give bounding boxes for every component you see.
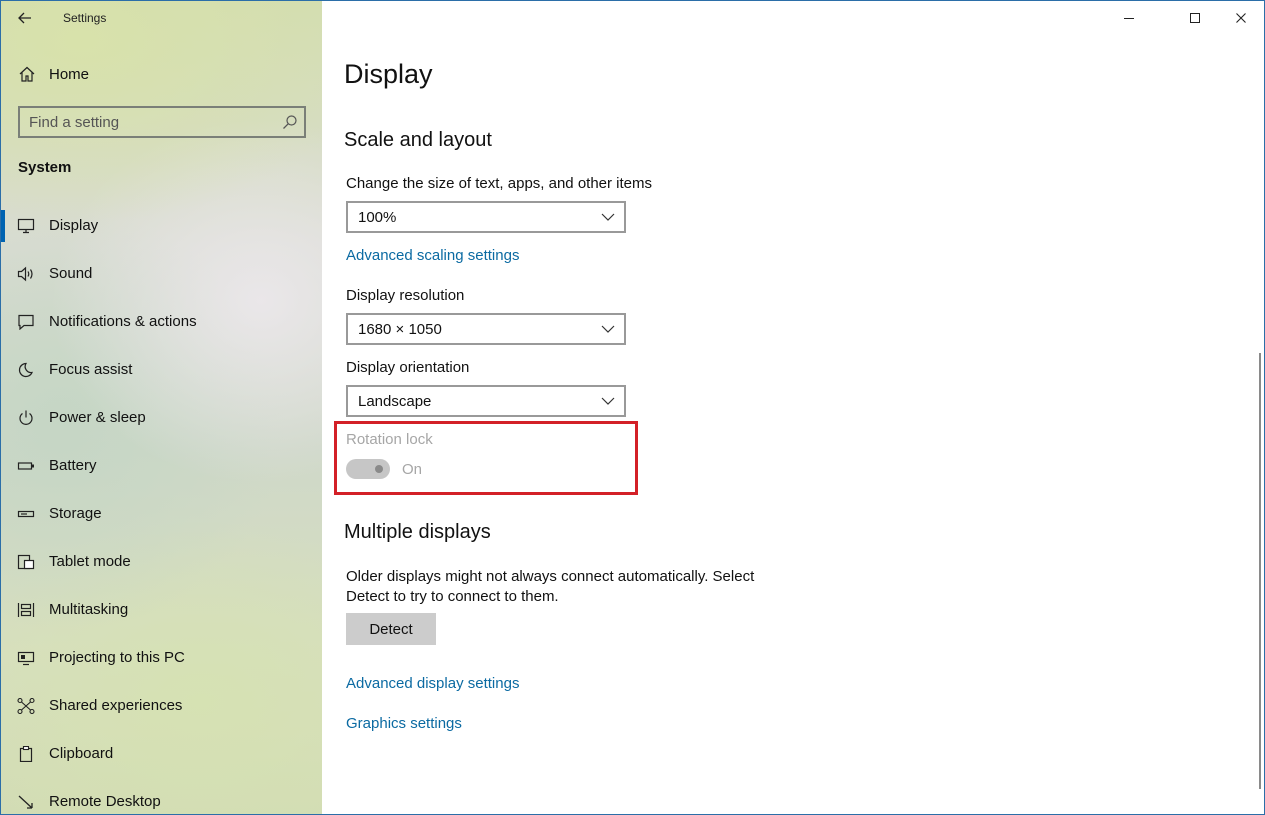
sidebar-item-label: Focus assist: [49, 361, 133, 378]
sidebar-item-label: Shared experiences: [49, 697, 183, 714]
projecting-icon: [17, 651, 35, 666]
chevron-down-icon: [601, 213, 615, 221]
storage-icon: [17, 510, 35, 518]
multiple-displays-text: Older displays might not always connect …: [346, 568, 755, 605]
page-title: Display: [344, 59, 433, 89]
sidebar-item-multitasking[interactable]: Multitasking: [1, 590, 322, 630]
scrollbar[interactable]: [1259, 353, 1261, 789]
main-content: Display Scale and layout Change the size…: [322, 1, 1264, 814]
maximize-button[interactable]: [1172, 1, 1218, 35]
sidebar-item-home[interactable]: Home: [1, 59, 322, 91]
back-arrow-icon: [18, 12, 31, 24]
graphics-settings-link[interactable]: Graphics settings: [346, 715, 462, 732]
title-bar: Settings: [1, 1, 322, 35]
notification-icon: [18, 314, 34, 330]
scale-label: Change the size of text, apps, and other…: [346, 175, 653, 192]
sidebar-item-clipboard[interactable]: Clipboard: [1, 734, 322, 774]
sidebar-item-label: Home: [49, 66, 90, 83]
sidebar-item-sound[interactable]: Sound: [1, 254, 322, 294]
settings-window: Settings Home System Display Sound Notif…: [0, 0, 1265, 815]
close-icon: [1236, 13, 1246, 23]
chevron-down-icon: [601, 325, 615, 333]
sidebar-item-label: Power & sleep: [49, 409, 146, 426]
advanced-scaling-link[interactable]: Advanced scaling settings: [346, 247, 519, 264]
remote-desktop-icon: [18, 795, 33, 809]
sidebar-item-power-sleep[interactable]: Power & sleep: [1, 398, 322, 438]
advanced-display-link[interactable]: Advanced display settings: [346, 675, 519, 692]
minimize-button[interactable]: [1106, 1, 1152, 35]
monitor-icon: [17, 218, 35, 234]
multitasking-icon: [17, 603, 35, 617]
sidebar-item-label: Display: [49, 217, 99, 234]
sidebar: Settings Home System Display Sound Notif…: [1, 1, 322, 814]
chevron-down-icon: [601, 397, 615, 405]
search-input[interactable]: [29, 113, 269, 131]
section-label: System: [18, 159, 72, 176]
search-box[interactable]: [18, 106, 306, 138]
speaker-icon: [17, 266, 33, 282]
close-button[interactable]: [1218, 1, 1264, 35]
active-indicator: [1, 210, 5, 242]
app-title: Settings: [63, 11, 107, 25]
maximize-icon: [1190, 13, 1200, 23]
sidebar-item-tablet-mode[interactable]: Tablet mode: [1, 542, 322, 582]
sidebar-item-label: Tablet mode: [49, 553, 131, 570]
orientation-value: Landscape: [358, 393, 432, 410]
sidebar-item-display[interactable]: Display: [1, 206, 322, 246]
sidebar-item-remote-desktop[interactable]: Remote Desktop: [1, 782, 322, 814]
shared-icon: [17, 698, 35, 714]
rotation-lock-highlight: [334, 421, 638, 495]
orientation-dropdown[interactable]: Landscape: [346, 385, 626, 417]
minimize-icon: [1124, 18, 1134, 19]
scale-value: 100%: [358, 209, 397, 226]
back-button[interactable]: [13, 7, 37, 29]
sidebar-item-label: Notifications & actions: [49, 313, 197, 330]
detect-button[interactable]: Detect: [346, 613, 436, 645]
scale-dropdown[interactable]: 100%: [346, 201, 626, 233]
sidebar-item-storage[interactable]: Storage: [1, 494, 322, 534]
sidebar-item-label: Clipboard: [49, 745, 114, 762]
battery-icon: [17, 462, 34, 470]
sidebar-item-label: Projecting to this PC: [49, 649, 185, 666]
sidebar-item-label: Storage: [49, 505, 102, 522]
sidebar-item-battery[interactable]: Battery: [1, 446, 322, 486]
clipboard-icon: [19, 746, 33, 762]
sidebar-item-shared-experiences[interactable]: Shared experiences: [1, 686, 322, 726]
power-icon: [19, 410, 33, 425]
sidebar-item-label: Sound: [49, 265, 93, 282]
resolution-label: Display resolution: [346, 287, 465, 304]
scale-layout-heading: Scale and layout: [344, 129, 492, 151]
resolution-dropdown[interactable]: 1680 × 1050: [346, 313, 626, 345]
sidebar-item-label: Battery: [49, 457, 97, 474]
sidebar-item-projecting[interactable]: Projecting to this PC: [1, 638, 322, 678]
sidebar-item-focus-assist[interactable]: Focus assist: [1, 350, 322, 390]
sidebar-item-label: Remote Desktop: [49, 793, 161, 810]
search-icon[interactable]: [282, 114, 298, 130]
home-icon: [19, 66, 35, 82]
tablet-icon: [17, 554, 35, 570]
resolution-value: 1680 × 1050: [358, 321, 442, 338]
orientation-label: Display orientation: [346, 359, 470, 376]
sidebar-item-label: Multitasking: [49, 601, 129, 618]
moon-icon: [18, 362, 33, 378]
multiple-displays-heading: Multiple displays: [344, 521, 491, 543]
sidebar-item-notifications[interactable]: Notifications & actions: [1, 302, 322, 342]
